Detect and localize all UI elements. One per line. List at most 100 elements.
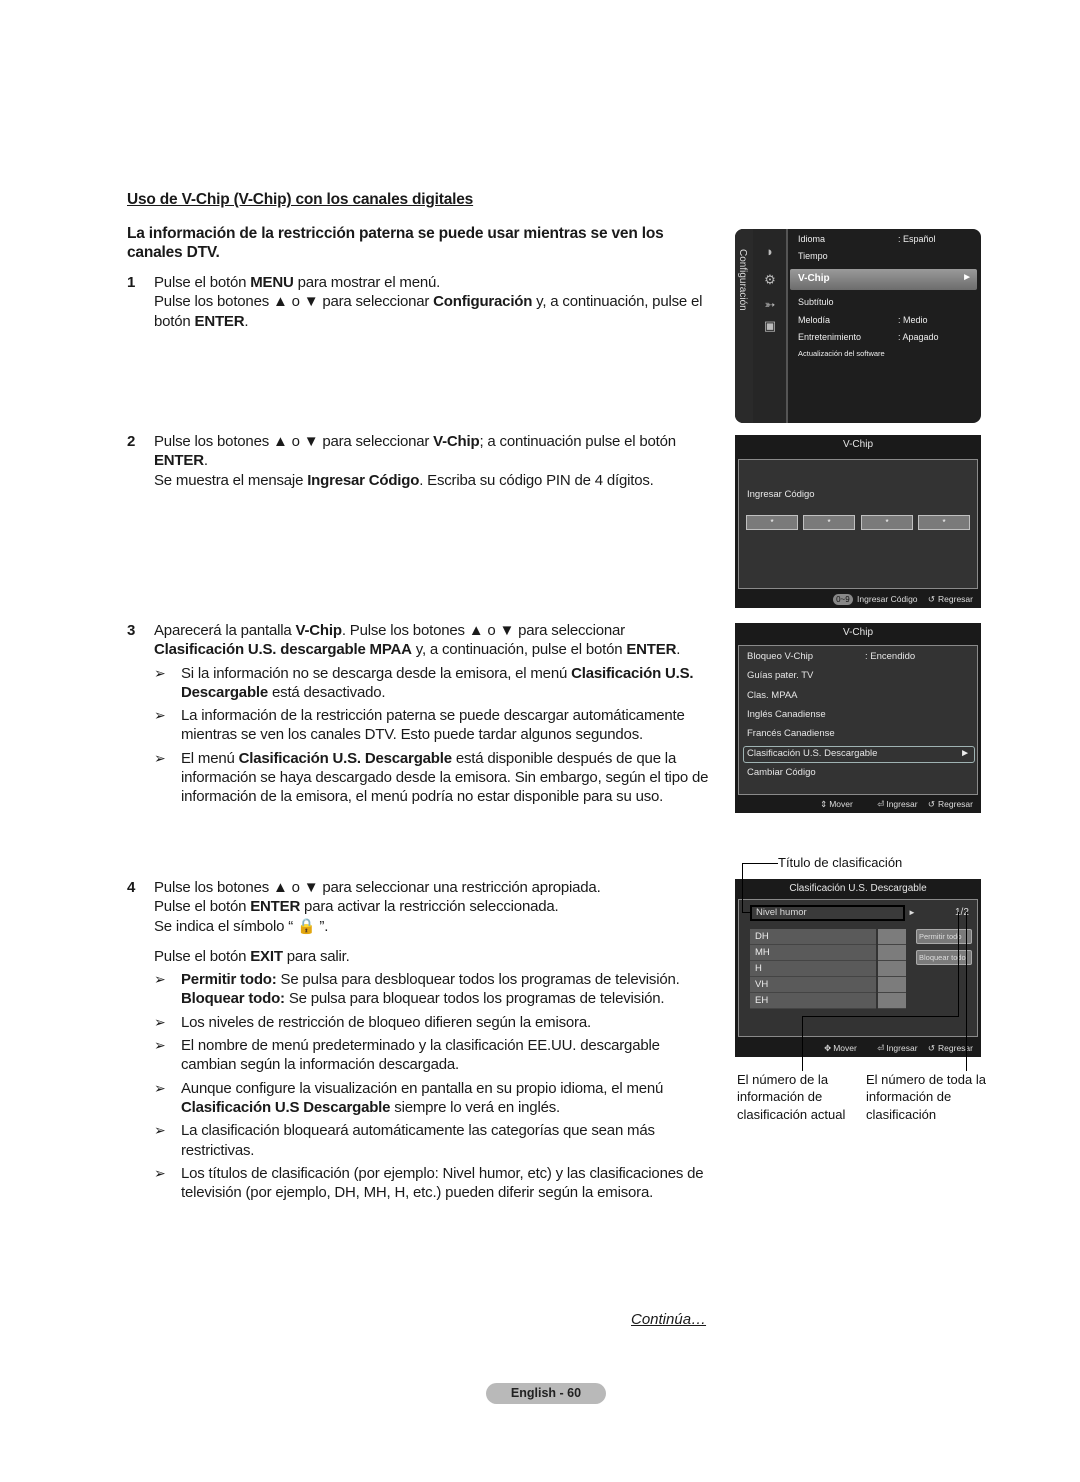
step-text: Pulse el botón EXIT para salir. xyxy=(154,947,350,965)
pin-digit-3[interactable]: * xyxy=(861,515,913,530)
menu-item-value: : Medio xyxy=(898,315,928,325)
step-text: Pulse el botón ENTER para activar la res… xyxy=(154,898,559,916)
menu-item[interactable]: Inglés Canadiense xyxy=(747,709,826,720)
note: ➢ Los títulos de clasificación (por ejemp… xyxy=(154,1164,704,1202)
leader-line xyxy=(742,863,778,864)
note-arrow-icon: ➢ xyxy=(154,1037,166,1054)
leader-line xyxy=(802,1016,959,1017)
pin-digit-4[interactable]: * xyxy=(918,515,970,530)
note-arrow-icon: ➢ xyxy=(154,749,166,766)
menu-item[interactable]: Clas. MPAA xyxy=(747,690,798,701)
rating-row[interactable]: H xyxy=(750,961,876,977)
menu-item[interactable]: Clasificación U.S. Descargable xyxy=(747,748,877,759)
menu-item-label: V-Chip xyxy=(798,273,830,284)
continued-link: Continúa… xyxy=(631,1311,707,1328)
note-arrow-icon: ➢ xyxy=(154,971,166,988)
return-hint[interactable]: Regresar xyxy=(938,1043,973,1053)
gear-icon[interactable]: ⚙ xyxy=(762,273,778,287)
section-title: Uso de V-Chip (V-Chip) con los canales d… xyxy=(127,191,474,208)
menu-item[interactable]: Subtítulo xyxy=(798,297,834,307)
step-number: 4 xyxy=(127,879,136,896)
divider xyxy=(787,229,788,423)
side-tab-label: Configuración xyxy=(737,249,748,311)
note: ➢ Los niveles de restricción de bloqueo d… xyxy=(154,1013,591,1031)
note-arrow-icon: ➢ xyxy=(154,664,166,681)
side-tab: Configuración xyxy=(735,229,753,423)
dialog-title: Clasificación U.S. Descargable xyxy=(789,883,927,894)
menu-item-value: : Español xyxy=(898,234,936,244)
return-hint[interactable]: Regresar xyxy=(938,594,973,604)
move-icon: ⇕ xyxy=(820,799,828,809)
note-arrow-icon: ➢ xyxy=(154,1122,166,1139)
menu-item[interactable]: Francés Canadiense xyxy=(747,728,835,739)
return-icon: ↺ xyxy=(927,594,936,604)
category-next-arrow[interactable]: ► xyxy=(908,908,916,917)
return-hint[interactable]: Regresar xyxy=(938,799,973,809)
step-4: 4 Pulse los botones ▲ o ▼ para selecciona… xyxy=(127,878,717,1202)
picture-icon[interactable]: ▣ xyxy=(762,319,778,333)
rating-row[interactable]: VH xyxy=(750,977,876,993)
note-arrow-icon: ➢ xyxy=(154,707,166,724)
rating-lock-cell[interactable] xyxy=(878,977,906,993)
input-icon[interactable]: ➳ xyxy=(762,298,778,312)
block-all-button[interactable]: Bloquear todo xyxy=(916,950,972,965)
step-number: 1 xyxy=(127,274,136,291)
enter-icon: ⏎ xyxy=(877,1043,885,1053)
step-text: Pulse los botones ▲ o ▼ para seleccionar… xyxy=(154,879,601,896)
rating-lock-cell[interactable] xyxy=(878,929,906,945)
menu-item[interactable]: Entretenimiento xyxy=(798,332,861,342)
rating-lock-cell[interactable] xyxy=(878,945,906,961)
note-arrow-icon: ➢ xyxy=(154,1164,166,1181)
rating-row[interactable]: MH xyxy=(750,945,876,961)
leader-line xyxy=(742,912,752,913)
enter-icon: ⏎ xyxy=(877,799,885,809)
step-text: Pulse los botones ▲ o ▼ para seleccionar… xyxy=(154,433,676,470)
leader-line xyxy=(958,912,959,1016)
step-text: Se muestra el mensaje Ingresar Código. E… xyxy=(154,471,654,489)
step-text: Aparecerá la pantalla V-Chip. Pulse los … xyxy=(154,622,681,659)
note: ➢ Si la información no se descarga desde … xyxy=(154,664,694,701)
total-rating-callout: El número de toda la información de clas… xyxy=(866,1072,986,1122)
step-number: 2 xyxy=(127,433,136,450)
rating-lock-cell[interactable] xyxy=(878,993,906,1009)
pin-digit-2[interactable]: * xyxy=(803,515,855,530)
rating-category[interactable]: Nivel humor xyxy=(750,905,905,921)
allow-all-button[interactable]: Permitir todo xyxy=(916,929,972,944)
pin-digit-1[interactable]: * xyxy=(746,515,798,530)
setup-menu-screen: Configuración ◗ ⚙ ➳ ▣ Idioma : Español Tie… xyxy=(735,229,981,423)
note: ➢ La información de la restricción patern… xyxy=(154,707,685,744)
note: ➢ El nombre de menú predeterminado y la c… xyxy=(154,1037,660,1074)
menu-item[interactable]: Guías pater. TV xyxy=(747,670,813,681)
dialog-title: V-Chip xyxy=(842,627,873,638)
satellite-dish-icon[interactable]: ◗ xyxy=(762,245,778,259)
rating-row[interactable]: EH xyxy=(750,993,876,1009)
submenu-arrow-icon: ► xyxy=(962,272,972,283)
note: ➢ Permitir todo: Se pulsa para desbloquea… xyxy=(154,971,680,1008)
menu-item[interactable]: Idioma xyxy=(798,234,825,244)
enter-hint: Ingresar xyxy=(886,799,918,809)
rating-lock-cell[interactable] xyxy=(878,961,906,977)
enter-code-hint: Ingresar Código xyxy=(857,594,918,604)
return-icon: ↺ xyxy=(927,799,936,809)
move-hint: Mover xyxy=(833,1043,857,1053)
step-text: Se indica el símbolo “ 🔒 ”. xyxy=(154,917,329,935)
rating-row[interactable]: DH xyxy=(750,929,876,945)
move-icon: ✥ xyxy=(824,1043,832,1053)
enter-hint: Ingresar xyxy=(886,1043,918,1053)
menu-item[interactable]: Actualización del software xyxy=(798,349,885,358)
pin-entry-screen: V-Chip Ingresar Código * * * * 0~9 Ingre… xyxy=(735,435,981,608)
menu-item-selected[interactable]: V-Chip ► xyxy=(790,269,977,290)
vchip-menu-panel: Bloqueo V-Chip: Encendido Guías pater. TV… xyxy=(738,645,978,795)
vchip-menu-screen: V-Chip Bloqueo V-Chip: Encendido Guías pa… xyxy=(735,623,981,813)
menu-item[interactable]: Bloqueo V-Chip xyxy=(747,651,813,662)
menu-item[interactable]: Melodía xyxy=(798,315,830,325)
menu-item[interactable]: Cambiar Código xyxy=(747,767,816,778)
number-keys-badge: 0~9 xyxy=(833,594,853,605)
dialog-footer: ⇕ Mover ⏎ Ingresar ↺ Regresar xyxy=(812,795,973,813)
menu-item-value: : Apagado xyxy=(898,332,939,342)
pin-prompt: Ingresar Código xyxy=(747,489,815,500)
pin-panel: Ingresar Código * * * * xyxy=(738,459,978,589)
menu-item[interactable]: Tiempo xyxy=(798,251,828,261)
step-3: 3 Aparecerá la pantalla V-Chip. Pulse los… xyxy=(127,621,717,807)
dialog-title: V-Chip xyxy=(842,439,873,450)
